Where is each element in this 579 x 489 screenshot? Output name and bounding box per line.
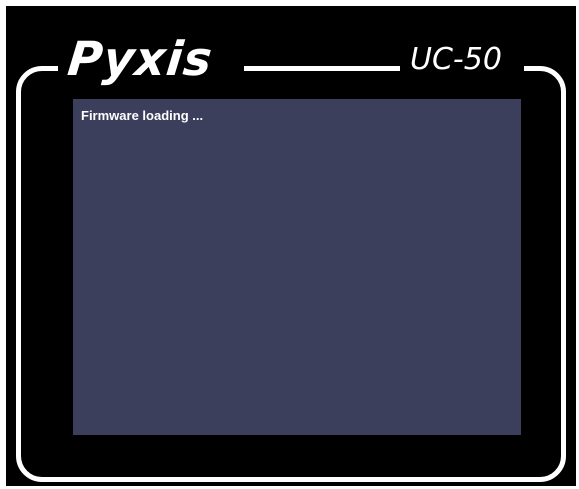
status-message: Firmware loading ... bbox=[81, 108, 204, 123]
model-label: UC-50 bbox=[410, 42, 502, 77]
device-frame: Pyxis UC-50 Firmware loading ... bbox=[6, 6, 576, 486]
display-screen: Firmware loading ... bbox=[73, 99, 521, 435]
brand-logo: Pyxis bbox=[65, 32, 216, 87]
